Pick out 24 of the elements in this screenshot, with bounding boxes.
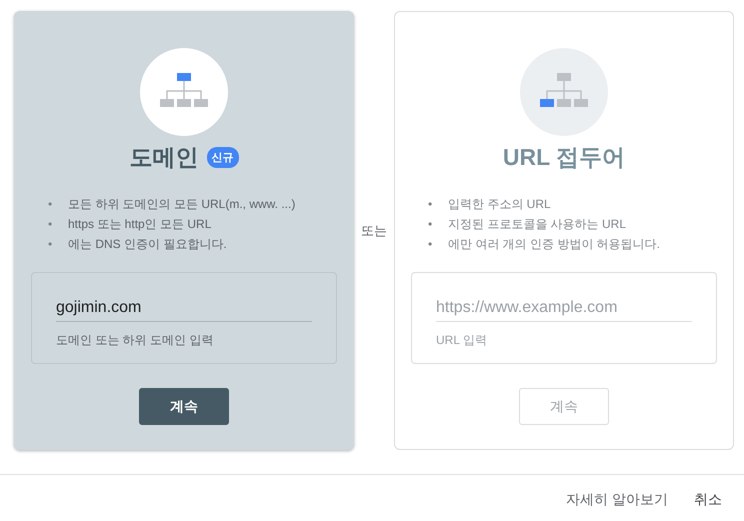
learn-more-button[interactable]: 자세히 알아보기 bbox=[558, 487, 676, 513]
helper-text: URL 입력 bbox=[436, 332, 488, 349]
bullet-marker: • bbox=[428, 196, 434, 213]
separator-text: 또는 bbox=[360, 222, 388, 240]
bullet-marker: • bbox=[428, 236, 434, 253]
domain-input[interactable]: gojimin.com bbox=[56, 295, 312, 322]
card-title: URL 접두어 bbox=[502, 142, 626, 172]
continue-button[interactable]: 계속 bbox=[139, 388, 229, 425]
bullet-text: 에만 여러 개의 인증 방법이 허용됩니다. bbox=[448, 236, 660, 253]
option-card[interactable]: 도메인 신규 • 모든 하위 도메인의 모든 URL(m., www. ...) • https 또는 http인 모든 URL • 에는 DNS 인증이 필요합니다. gojimin.com 도메인 또는 하위 도메인 입력 계속 bbox=[14, 11, 354, 450]
bullet-text: 입력한 주소의 URL bbox=[448, 196, 551, 213]
bullet-text: 지정된 프로토콜을 사용하는 URL bbox=[448, 216, 626, 233]
url-input[interactable]: https://www.example.com bbox=[436, 295, 692, 322]
bullet-marker: • bbox=[48, 196, 54, 213]
cancel-button[interactable]: 취소 bbox=[686, 487, 730, 513]
bullet-text: 모든 하위 도메인의 모든 URL(m., www. ...) bbox=[68, 196, 296, 213]
new-badge: 신규 bbox=[206, 146, 238, 168]
bullet-marker: • bbox=[48, 216, 54, 233]
helper-text: 도메인 또는 하위 도메인 입력 bbox=[56, 332, 214, 349]
bullet-text: 에는 DNS 인증이 필요합니다. bbox=[68, 236, 227, 253]
bullet-text: https 또는 http인 모든 URL bbox=[68, 216, 212, 233]
bullet-marker: • bbox=[48, 236, 54, 253]
card-title: 도메인 bbox=[130, 142, 198, 172]
bullet-marker: • bbox=[428, 216, 434, 233]
